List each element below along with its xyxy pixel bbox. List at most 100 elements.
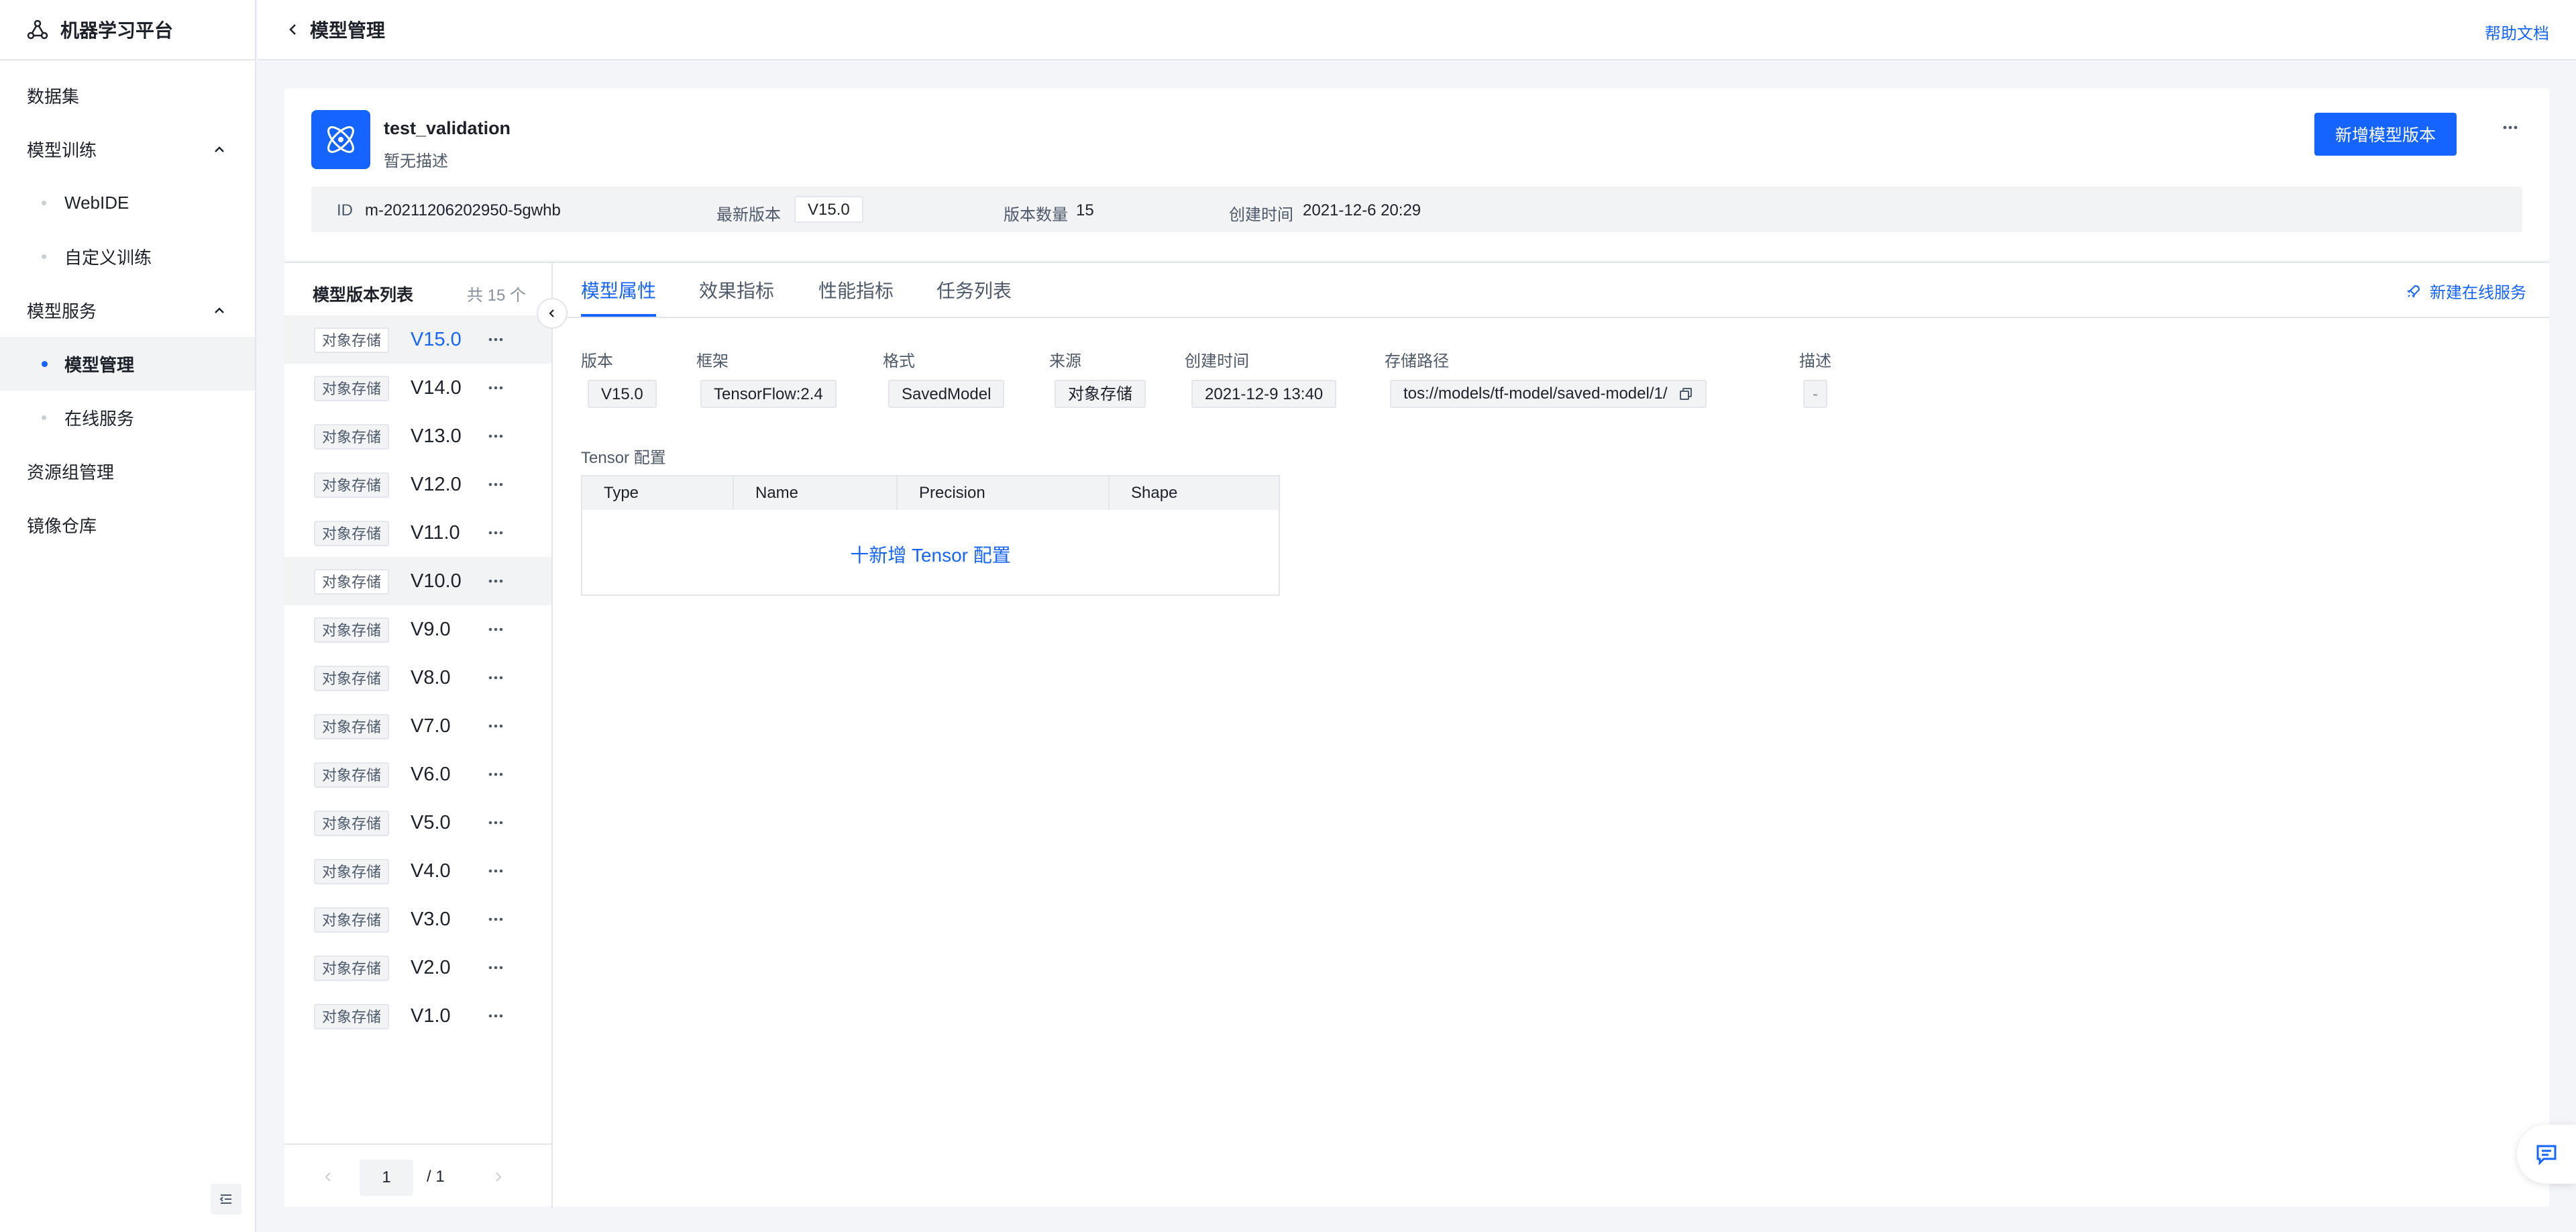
nav-item-webide[interactable]: WebIDE (0, 176, 255, 229)
nav-group-label: 模型训练 (27, 140, 97, 160)
more-options-icon[interactable] (486, 576, 506, 586)
more-options-icon[interactable] (486, 479, 506, 490)
tab-effect-metrics[interactable]: 效果指标 (699, 276, 774, 303)
more-options-icon[interactable] (486, 672, 506, 683)
page-total: / 1 (427, 1168, 445, 1186)
version-row[interactable]: 对象存储 V10.0 (284, 557, 551, 605)
prop-format-value: SavedModel (888, 380, 1005, 408)
brand[interactable]: 机器学习平台 (0, 0, 255, 60)
version-row[interactable]: 对象存储 V12.0 (284, 460, 551, 509)
storage-tag: 对象存储 (314, 666, 390, 691)
more-options-icon[interactable] (2497, 121, 2524, 134)
storage-tag: 对象存储 (314, 1004, 390, 1029)
nav-item-model-management[interactable]: 模型管理 (0, 337, 255, 391)
more-options-icon[interactable] (486, 334, 506, 345)
active-tab-indicator (581, 314, 656, 317)
created-time-value: 2021-12-6 20:29 (1303, 201, 1421, 219)
prop-path-value: tos://models/tf-model/saved-model/1/ (1403, 384, 1668, 403)
collapse-sidebar-button[interactable] (211, 1184, 241, 1215)
toggle-version-list-button[interactable] (537, 298, 568, 329)
back-icon[interactable] (286, 22, 301, 37)
version-row[interactable]: 对象存储 V3.0 (284, 895, 551, 943)
tensor-col-name: Name (734, 476, 898, 510)
version-label: V12.0 (411, 474, 462, 495)
copy-icon[interactable] (1678, 387, 1693, 401)
page-input[interactable] (360, 1160, 413, 1196)
more-options-icon[interactable] (486, 624, 506, 635)
version-rows: 对象存储 V15.0 对象存储 V14.0 对象存储 V13.0 对象存储 V12.0 对象存储… (284, 315, 551, 1040)
version-label: V7.0 (411, 715, 451, 737)
add-tensor-config-button[interactable]: 十新增 Tensor 配置 (582, 541, 1279, 568)
feedback-button[interactable] (2517, 1125, 2576, 1184)
version-row[interactable]: 对象存储 V14.0 (284, 364, 551, 412)
nav-item-resource-group[interactable]: 资源组管理 (0, 444, 255, 498)
tensor-config-label: Tensor 配置 (581, 449, 666, 467)
version-count-value: 15 (1076, 201, 1094, 219)
storage-tag: 对象存储 (314, 472, 390, 498)
menu-fold-icon (218, 1191, 234, 1207)
help-docs-link[interactable]: 帮助文档 (2485, 20, 2549, 44)
version-row[interactable]: 对象存储 V2.0 (284, 943, 551, 992)
storage-tag: 对象存储 (314, 376, 390, 401)
version-detail: 模型属性 效果指标 性能指标 任务列表 新建在线服务 版本 框架 格式 来源 创… (554, 263, 2549, 1208)
page-title: 模型管理 (310, 20, 386, 41)
more-options-icon[interactable] (486, 817, 506, 828)
tab-performance-metrics[interactable]: 性能指标 (818, 276, 894, 303)
version-row[interactable]: 对象存储 V9.0 (284, 605, 551, 654)
nav-group-training[interactable]: 模型训练 (0, 122, 255, 176)
more-options-icon[interactable] (486, 721, 506, 731)
storage-tag: 对象存储 (314, 521, 390, 546)
version-row[interactable]: 对象存储 V6.0 (284, 750, 551, 799)
id-label: ID (337, 201, 353, 219)
prop-created-label: 创建时间 (1185, 352, 1249, 370)
chevron-up-icon (213, 144, 225, 156)
nav-group-serving[interactable]: 模型服务 (0, 283, 255, 337)
version-count-label: 版本数量 (1004, 206, 1068, 224)
version-label: V3.0 (411, 909, 451, 930)
storage-tag: 对象存储 (314, 907, 390, 933)
prop-desc-value: - (1803, 380, 1827, 408)
prev-page-icon[interactable] (322, 1170, 335, 1184)
tensor-col-precision: Precision (898, 476, 1110, 510)
next-page-icon[interactable] (491, 1170, 504, 1184)
prop-framework-value: TensorFlow:2.4 (700, 380, 837, 408)
version-label: V15.0 (411, 329, 462, 350)
tab-model-properties[interactable]: 模型属性 (581, 276, 656, 303)
version-label: V10.0 (411, 570, 462, 592)
version-row[interactable]: 对象存储 V11.0 (284, 509, 551, 557)
prop-desc-label: 描述 (1799, 352, 1831, 370)
nav-item-image-repo[interactable]: 镜像仓库 (0, 498, 255, 552)
version-row[interactable]: 对象存储 V15.0 (284, 315, 551, 364)
more-options-icon[interactable] (486, 382, 506, 393)
more-options-icon[interactable] (486, 431, 506, 442)
model-description: 暂无描述 (384, 152, 448, 170)
more-options-icon[interactable] (486, 527, 506, 538)
version-label: V2.0 (411, 957, 451, 978)
version-label: V13.0 (411, 425, 462, 447)
more-options-icon[interactable] (486, 866, 506, 876)
nav-item-dataset[interactable]: 数据集 (0, 68, 255, 122)
more-options-icon[interactable] (486, 769, 506, 780)
storage-tag: 对象存储 (314, 859, 390, 884)
more-options-icon[interactable] (486, 1011, 506, 1021)
version-row[interactable]: 对象存储 V13.0 (284, 412, 551, 460)
more-options-icon[interactable] (486, 914, 506, 925)
version-row[interactable]: 对象存储 V5.0 (284, 799, 551, 847)
tensor-col-shape: Shape (1131, 484, 1178, 502)
version-row[interactable]: 对象存储 V1.0 (284, 992, 551, 1040)
version-label: V11.0 (411, 522, 460, 544)
version-row[interactable]: 对象存储 V4.0 (284, 847, 551, 895)
tensor-table-header: Type Name Precision Shape (582, 476, 1279, 510)
model-atom-icon (311, 110, 370, 169)
prop-version-label: 版本 (581, 352, 613, 370)
more-options-icon[interactable] (486, 962, 506, 973)
tab-task-list[interactable]: 任务列表 (936, 276, 1012, 303)
nav-item-online-service[interactable]: 在线服务 (0, 391, 255, 444)
prop-version-value: V15.0 (588, 380, 657, 408)
add-model-version-button[interactable]: 新增模型版本 (2314, 113, 2457, 156)
new-online-service-button[interactable]: 新建在线服务 (2406, 279, 2526, 303)
version-row[interactable]: 对象存储 V8.0 (284, 654, 551, 702)
version-list: 模型版本列表 共 15 个 对象存储 V15.0 对象存储 V14.0 对象存储 V13.… (284, 263, 553, 1208)
version-row[interactable]: 对象存储 V7.0 (284, 702, 551, 750)
nav-item-custom-training[interactable]: 自定义训练 (0, 229, 255, 283)
